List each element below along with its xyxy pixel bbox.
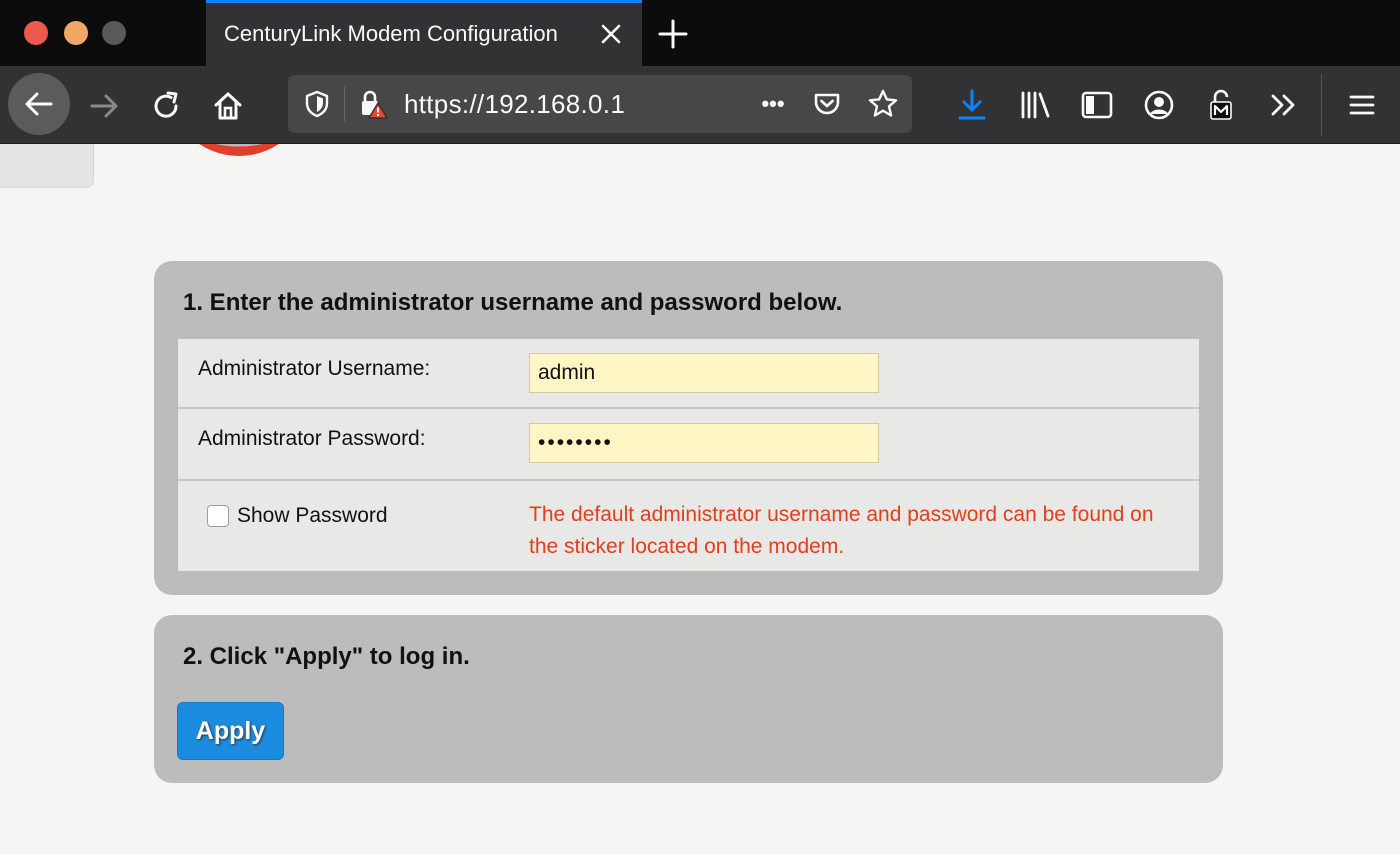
- pocket-icon[interactable]: [810, 87, 844, 121]
- close-tab-icon[interactable]: [598, 21, 624, 47]
- window-close-button[interactable]: [24, 21, 48, 45]
- library-icon[interactable]: [1015, 85, 1055, 125]
- apply-panel: 2. Click "Apply" to log in. Apply: [154, 615, 1223, 783]
- tab-bar: CenturyLink Modem Configuration: [0, 0, 1400, 66]
- browser-tab[interactable]: CenturyLink Modem Configuration: [206, 0, 642, 66]
- password-input[interactable]: [529, 423, 879, 463]
- password-label: Administrator Password:: [198, 427, 426, 450]
- step1-heading: 1. Enter the administrator username and …: [183, 289, 843, 316]
- credentials-form: Administrator Username: Administrator Pa…: [178, 339, 1199, 571]
- show-password-checkbox[interactable]: [207, 505, 229, 527]
- apply-button[interactable]: Apply: [177, 702, 284, 760]
- home-button[interactable]: [208, 86, 248, 126]
- tab-title: CenturyLink Modem Configuration: [224, 21, 558, 46]
- password-row: Administrator Password:: [178, 409, 1199, 481]
- page-nav-tab-fragment: [0, 144, 94, 188]
- insecure-lock-warning-icon[interactable]: [356, 87, 390, 121]
- username-row: Administrator Username:: [178, 339, 1199, 409]
- window-zoom-button[interactable]: [102, 21, 126, 45]
- page-content: 1. Enter the administrator username and …: [0, 144, 1400, 854]
- credentials-panel: 1. Enter the administrator username and …: [154, 261, 1223, 595]
- sidebar-toggle-icon[interactable]: [1077, 85, 1117, 125]
- url-text[interactable]: https://192.168.0.1: [404, 89, 625, 120]
- bookmark-star-icon[interactable]: [866, 87, 900, 121]
- account-icon[interactable]: [1139, 85, 1179, 125]
- navigation-toolbar: https://192.168.0.1 •••: [0, 66, 1400, 144]
- back-arrow-icon: [25, 92, 53, 116]
- forward-button[interactable]: [84, 86, 124, 126]
- address-bar[interactable]: https://192.168.0.1 •••: [288, 75, 912, 133]
- reload-icon: [154, 91, 178, 118]
- page-actions-menu-icon[interactable]: •••: [756, 87, 790, 121]
- forward-arrow-icon: [90, 94, 118, 118]
- reload-button[interactable]: [146, 86, 186, 126]
- extension-lock-icon[interactable]: [1201, 85, 1241, 125]
- username-label: Administrator Username:: [198, 357, 431, 380]
- default-credentials-notice: The default administrator username and p…: [529, 503, 1154, 558]
- toolbar-separator: [1321, 74, 1322, 136]
- window-minimize-button[interactable]: [64, 21, 88, 45]
- overflow-menu-chevrons-icon[interactable]: [1264, 85, 1304, 125]
- home-icon: [214, 92, 242, 120]
- downloads-icon[interactable]: [952, 85, 992, 125]
- new-tab-icon[interactable]: [656, 17, 690, 51]
- step2-heading: 2. Click "Apply" to log in.: [183, 643, 470, 670]
- show-password-row: Show Password The default administrator …: [178, 481, 1199, 571]
- hamburger-menu-icon[interactable]: [1342, 85, 1382, 125]
- address-bar-divider: [344, 87, 345, 121]
- back-button[interactable]: [8, 73, 70, 135]
- show-password-label[interactable]: Show Password: [237, 504, 388, 528]
- tracking-protection-shield-icon[interactable]: [300, 87, 334, 121]
- centurylink-logo-icon: [199, 144, 279, 156]
- username-input[interactable]: [529, 353, 879, 393]
